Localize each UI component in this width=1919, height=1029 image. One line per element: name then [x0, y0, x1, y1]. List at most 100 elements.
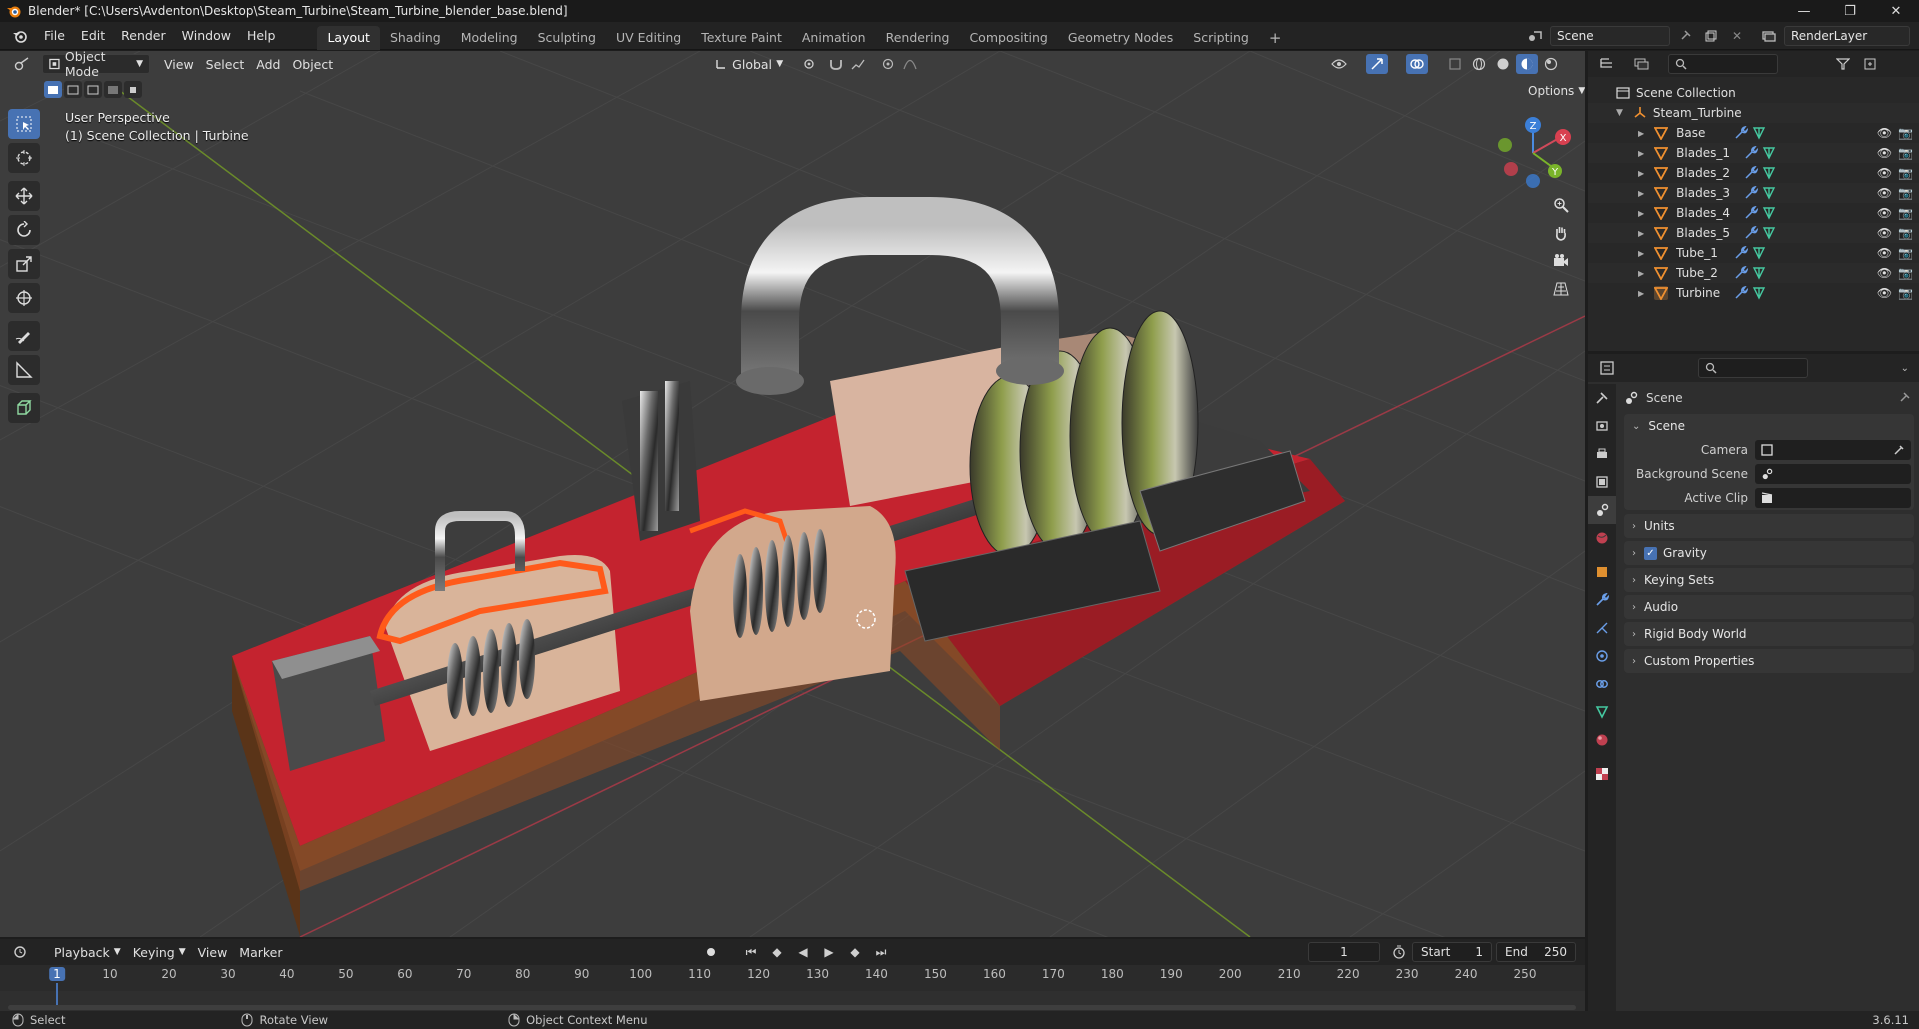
tab-object[interactable] [1588, 558, 1616, 586]
menu-select[interactable]: Select [200, 54, 251, 74]
eye-icon[interactable]: 👁 [1877, 186, 1892, 200]
end-frame-field[interactable]: End 250 [1496, 942, 1576, 962]
tab-physics[interactable] [1588, 642, 1616, 670]
view-layer-browse-icon[interactable] [1758, 26, 1780, 46]
tab-sculpting[interactable]: Sculpting [528, 26, 606, 50]
tab-layout[interactable]: Layout [317, 25, 380, 50]
tab-particles[interactable] [1588, 614, 1616, 642]
scene-name-field[interactable]: Scene [1550, 26, 1670, 46]
play-reverse-icon[interactable]: ◀ [792, 942, 814, 962]
add-cube-tool[interactable] [8, 393, 40, 423]
3d-viewport[interactable]: Object Mode ▼ View Select Add Object Glo… [0, 51, 1585, 937]
outliner-object-row[interactable]: ▶ Tube_2 👁 📷 [1588, 263, 1919, 283]
select-extend-icon[interactable] [64, 81, 82, 98]
chevron-down-icon[interactable]: ⌄ [1901, 363, 1909, 374]
menu-render[interactable]: Render [113, 22, 174, 50]
properties-editor-type-icon[interactable] [1594, 358, 1622, 378]
menu-marker[interactable]: Marker [233, 942, 288, 962]
playhead-line[interactable] [56, 983, 58, 1005]
transform-orientation-dropdown[interactable]: Global ▼ [709, 54, 789, 74]
tab-material[interactable] [1588, 726, 1616, 754]
select-intersect-icon[interactable] [124, 81, 142, 98]
camera-field[interactable] [1755, 440, 1911, 460]
stopwatch-icon[interactable] [1388, 942, 1410, 962]
options-button[interactable]: Options ▼ [1522, 81, 1585, 101]
expand-arrow-icon[interactable]: ▶ [1638, 249, 1644, 258]
annotate-tool[interactable] [8, 321, 40, 351]
transform-tool[interactable] [8, 283, 40, 313]
audio-panel[interactable]: › Audio [1624, 595, 1914, 619]
eyedropper-icon[interactable] [1893, 444, 1905, 456]
tab-modeling[interactable]: Modeling [451, 26, 528, 50]
menu-view[interactable]: View [158, 54, 200, 74]
expand-arrow-icon[interactable]: ▶ [1638, 129, 1644, 138]
outliner-collection-steam-turbine[interactable]: ▼ Steam_Turbine [1588, 103, 1919, 123]
visibility-toggle-icon[interactable] [1328, 54, 1350, 74]
overlays-toggle-icon[interactable] [1406, 54, 1428, 74]
scene-browse-icon[interactable] [1524, 26, 1546, 46]
select-box-tool[interactable] [8, 109, 40, 139]
background-scene-field[interactable] [1755, 464, 1911, 484]
maximize-button[interactable]: ❐ [1827, 0, 1873, 22]
material-shading-icon[interactable] [1516, 54, 1538, 74]
auto-keying-icon[interactable] [700, 942, 722, 962]
tab-animation[interactable]: Animation [792, 26, 876, 50]
timeline-ruler[interactable]: 1 10 20 30 40 50 60 70 80 90 100 110 120 130 140 150 160… [0, 965, 1585, 1011]
rigid-body-world-panel[interactable]: › Rigid Body World [1624, 622, 1914, 646]
tab-output[interactable] [1588, 440, 1616, 468]
navigation-gizmo[interactable]: Z X Y [1495, 113, 1571, 191]
delete-scene-icon[interactable]: ✕ [1726, 26, 1748, 46]
blender-menu-icon[interactable] [10, 28, 30, 44]
rendered-shading-icon[interactable] [1540, 54, 1562, 74]
outliner-object-row[interactable]: ▶ Blades_5 👁 📷 [1588, 223, 1919, 243]
tab-rendering[interactable]: Rendering [876, 26, 960, 50]
tab-world[interactable] [1588, 524, 1616, 552]
expand-arrow-icon[interactable]: ▶ [1638, 149, 1644, 158]
camera-render-icon[interactable]: 📷 [1898, 206, 1913, 220]
tab-texture[interactable] [1588, 760, 1616, 788]
outliner-object-row[interactable]: ▶ Tube_1 👁 📷 [1588, 243, 1919, 263]
expand-arrow-icon[interactable]: ▼ [1616, 108, 1623, 118]
select-new-icon[interactable] [44, 81, 62, 98]
expand-arrow-icon[interactable]: ▶ [1638, 269, 1644, 278]
outliner-object-row[interactable]: ▶ Blades_3 👁 📷 [1588, 183, 1919, 203]
menu-help[interactable]: Help [239, 22, 284, 50]
measure-tool[interactable] [8, 355, 40, 385]
mode-dropdown[interactable]: Object Mode ▼ [42, 51, 150, 79]
expand-arrow-icon[interactable]: ▶ [1638, 229, 1644, 238]
tab-geometry-nodes[interactable]: Geometry Nodes [1058, 26, 1183, 50]
select-subtract-icon[interactable] [84, 81, 102, 98]
tab-modifiers[interactable] [1588, 586, 1616, 614]
tab-texture-paint[interactable]: Texture Paint [691, 26, 792, 50]
menu-timeline-view[interactable]: View [192, 942, 234, 962]
proportional-edit-icon[interactable] [877, 54, 899, 74]
pin-icon[interactable] [1898, 392, 1910, 404]
eye-icon[interactable]: 👁 [1877, 266, 1892, 280]
select-invert-icon[interactable] [104, 81, 122, 98]
outliner-scene-collection[interactable]: Scene Collection [1588, 83, 1919, 103]
turbine-model[interactable] [232, 197, 1345, 936]
camera-render-icon[interactable]: 📷 [1898, 126, 1913, 140]
xray-toggle-icon[interactable] [1444, 54, 1466, 74]
custom-properties-panel[interactable]: › Custom Properties [1624, 649, 1914, 673]
play-icon[interactable]: ▶ [818, 942, 840, 962]
solid-shading-icon[interactable] [1492, 54, 1514, 74]
perspective-toggle-icon[interactable] [1550, 279, 1572, 299]
camera-render-icon[interactable]: 📷 [1898, 186, 1913, 200]
eye-icon[interactable]: 👁 [1877, 246, 1892, 260]
tab-view-layer[interactable] [1588, 468, 1616, 496]
scale-tool[interactable] [8, 249, 40, 279]
jump-keyframe-back-icon[interactable]: ◆ [766, 942, 788, 962]
wireframe-shading-icon[interactable] [1468, 54, 1490, 74]
active-clip-field[interactable] [1755, 488, 1911, 508]
menu-keying[interactable]: Keying ▼ [127, 942, 192, 962]
tab-data[interactable] [1588, 698, 1616, 726]
outliner-object-row-active[interactable]: ▶ Turbine 👁 📷 [1588, 283, 1919, 303]
keying-sets-panel[interactable]: › Keying Sets [1624, 568, 1914, 592]
tab-compositing[interactable]: Compositing [959, 26, 1057, 50]
units-panel[interactable]: › Units [1624, 514, 1914, 538]
expand-arrow-icon[interactable]: ▶ [1638, 209, 1644, 218]
zoom-icon[interactable] [1550, 195, 1572, 215]
gravity-panel[interactable]: › ✓ Gravity [1624, 541, 1914, 565]
outliner-search-input[interactable] [1668, 54, 1778, 74]
